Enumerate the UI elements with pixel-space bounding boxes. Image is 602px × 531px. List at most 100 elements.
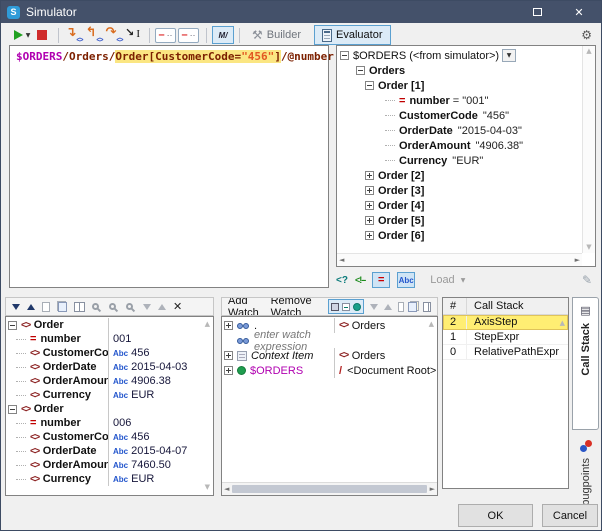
watch-display-toggle-group[interactable] [328,299,364,314]
collapse-icon[interactable] [340,51,349,60]
tree-item-order-2[interactable]: Order [2] [337,168,582,183]
call-stack-row-stepexpr[interactable]: 1 StepExpr [443,330,568,345]
tree-item[interactable]: CustomerCode Abc456 [6,346,213,360]
breakpoint-button[interactable] [155,25,176,45]
step-into-button[interactable] [64,25,82,45]
tab-evaluator[interactable]: Evaluator [314,25,390,45]
scroll-up-icon[interactable]: ▲ [586,48,591,55]
expand-icon[interactable] [224,366,233,375]
tree-item[interactable]: OrderDate Abc2015-04-07 [6,444,213,458]
move-up-icon[interactable] [27,304,35,310]
load-button[interactable]: Load [430,274,465,286]
scroll-right-icon[interactable]: ► [575,257,580,264]
delete-icon[interactable] [173,300,182,313]
scrollbar-thumb[interactable] [232,485,426,493]
vertical-scrollbar[interactable]: ▲ ▼ [582,46,595,253]
expand-icon[interactable] [365,201,374,210]
document-icon[interactable] [42,302,50,312]
attributes-toggle[interactable] [372,272,390,288]
tree-item[interactable]: OrderDate Abc2015-04-03 [6,360,213,374]
tree-item[interactable]: number 006 [6,416,213,430]
string-type-icon: Abc [113,363,128,372]
expand-icon[interactable] [224,351,233,360]
tree-item-orderamount[interactable]: OrderAmount "4906.38" [337,138,582,153]
comment-toggle[interactable] [355,274,365,286]
tree-item[interactable]: OrderAmount Abc7460.50 [6,458,213,472]
move-down-icon[interactable] [12,304,20,310]
settings-gear-icon[interactable] [581,28,592,42]
step-over-button[interactable] [104,25,122,45]
tab-call-stack[interactable]: Call Stack [572,297,599,430]
expand-icon[interactable] [365,186,374,195]
tree-item-order-group-2[interactable]: Order [6,402,213,416]
scroll-down-icon[interactable]: ▼ [586,244,591,251]
expression-variable: $ORDERS [16,50,62,63]
tree-item[interactable]: number 001 [6,332,213,346]
columns-icon[interactable] [74,302,85,312]
tree-item-number-attr[interactable]: number = "001" [337,93,582,108]
horizontal-scrollbar[interactable]: ◄ ► [337,253,582,266]
scroll-left-icon[interactable]: ◄ [224,486,229,493]
xpath-expression-input[interactable]: $ORDERS/Orders/Order[CustomerCode="456"]… [9,45,329,288]
add-watch-button[interactable]: Add Watch [228,297,265,316]
tree-item-root[interactable]: $ORDERS (<from simulator>) [337,48,582,63]
close-button[interactable] [557,1,601,23]
edit-source-icon[interactable] [582,273,592,287]
tracepoint-button[interactable] [178,25,199,45]
show-types-icon[interactable] [353,303,361,311]
tree-item-orders[interactable]: Orders [337,63,582,78]
tree-item-order-group-1[interactable]: Order [6,318,213,332]
tree-item[interactable]: OrderAmount Abc4906.38 [6,374,213,388]
remove-watch-button[interactable]: Remove Watch [271,297,322,316]
expand-icon[interactable] [224,321,233,330]
scroll-right-icon[interactable]: ► [430,486,435,493]
tree-item[interactable]: Currency AbcEUR [6,472,213,486]
collapse-icon[interactable] [8,321,17,330]
search-prev-icon[interactable] [126,303,133,310]
scroll-left-icon[interactable]: ◄ [339,257,344,264]
columns-icon[interactable] [423,302,431,312]
expand-icon[interactable] [365,171,374,180]
copy-icon[interactable] [57,301,67,312]
tree-item-order-5[interactable]: Order [5] [337,213,582,228]
watch-row-context-item[interactable]: Context Item Orders [222,348,437,363]
collapse-icon[interactable] [365,81,374,90]
search-icon[interactable] [92,303,99,310]
tree-item[interactable]: Currency AbcEUR [6,388,213,402]
collapse-icon[interactable] [356,66,365,75]
tree-item[interactable]: CustomerCode Abc456 [6,430,213,444]
collapse-icon[interactable] [8,405,17,414]
source-dropdown[interactable] [502,49,516,62]
expand-icon[interactable] [365,216,374,225]
text-values-toggle[interactable] [397,272,415,288]
show-nodes-icon[interactable] [331,303,339,311]
stop-button[interactable] [33,25,51,45]
copy-icon[interactable] [410,301,417,312]
tree-item-currency[interactable]: Currency "EUR" [337,153,582,168]
cancel-button[interactable]: Cancel [542,504,598,527]
document-icon[interactable] [398,302,404,312]
call-stack-row-relativepathexpr[interactable]: 0 RelativePathExpr [443,345,568,360]
horizontal-scrollbar[interactable]: ◄ ► [222,482,437,495]
processing-instruction-toggle[interactable] [336,274,348,286]
evaluation-mode-toggle[interactable] [212,26,234,44]
tree-item-order-6[interactable]: Order [6] [337,228,582,243]
run-button[interactable] [13,25,31,45]
search-next-icon[interactable] [109,303,116,310]
tree-item-order-1[interactable]: Order [1] [337,78,582,93]
tab-builder[interactable]: Builder [245,25,308,45]
ok-button[interactable]: OK [458,504,533,527]
show-values-icon[interactable] [342,303,350,311]
step-out-button[interactable] [84,25,102,45]
tree-item-customercode[interactable]: CustomerCode "456" [337,108,582,123]
watch-row-new-entry[interactable]: enter watch expression [222,333,437,348]
watch-row-orders-variable[interactable]: $ORDERS <Document Root> [222,363,437,378]
maximize-button[interactable] [517,1,557,23]
tree-item-order-3[interactable]: Order [3] [337,183,582,198]
expand-icon[interactable] [365,231,374,240]
run-to-cursor-button[interactable] [124,25,142,45]
call-stack-row-axisstep[interactable]: 2 AxisStep [443,315,568,330]
attribute-icon [30,333,36,345]
tree-item-orderdate[interactable]: OrderDate "2015-04-03" [337,123,582,138]
tree-item-order-4[interactable]: Order [4] [337,198,582,213]
